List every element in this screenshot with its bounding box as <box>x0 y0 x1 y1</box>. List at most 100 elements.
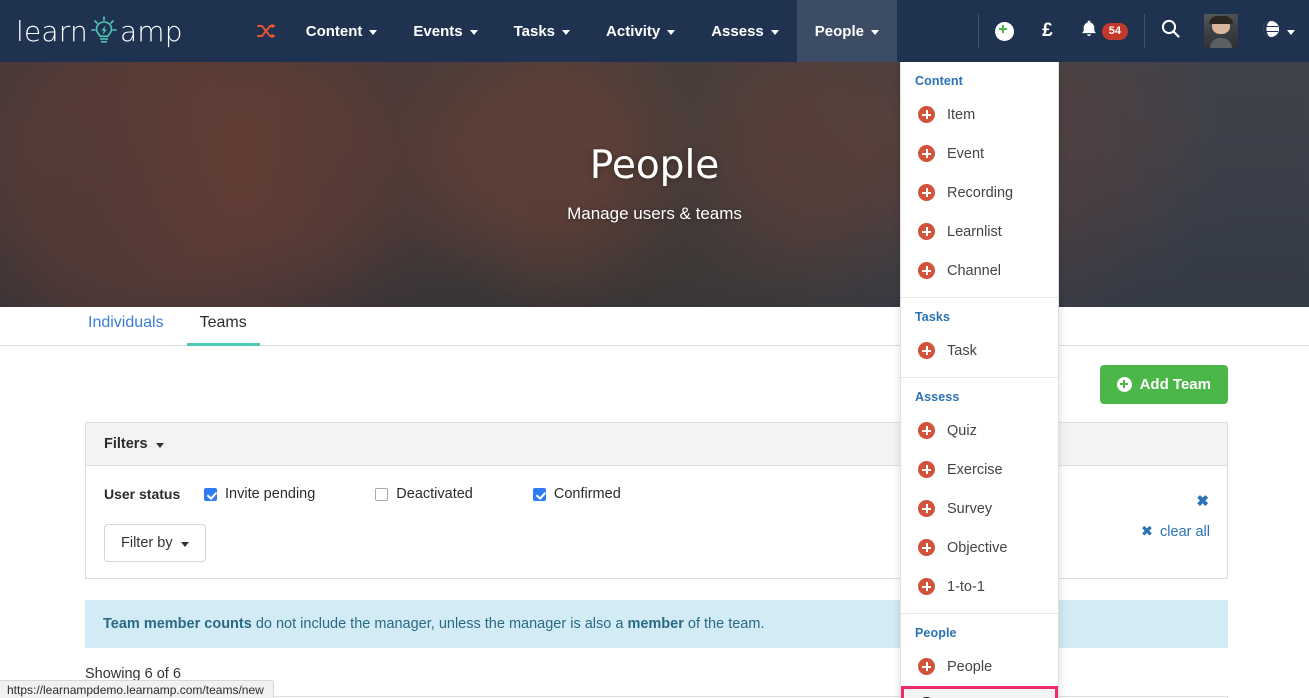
plus-circle-icon <box>918 342 935 359</box>
nav-item-label: People <box>814 22 864 40</box>
banner-bold-lead: Team member counts <box>103 616 252 632</box>
plus-circle-icon <box>918 658 935 675</box>
plus-circle-icon <box>918 145 935 162</box>
primary-nav: Content Events Tasks Activity Assess Peo… <box>245 0 897 62</box>
nav-item-tasks[interactable]: Tasks <box>496 0 588 62</box>
dropdown-section-tasks: Tasks Task <box>901 298 1058 370</box>
dropdown-item-survey[interactable]: Survey <box>901 489 1058 528</box>
tab-individuals[interactable]: Individuals <box>75 314 177 345</box>
tab-teams[interactable]: Teams <box>186 314 260 346</box>
divider <box>978 14 980 48</box>
dropdown-item-label: Item <box>947 106 976 123</box>
dropdown-item-quiz[interactable]: Quiz <box>901 411 1058 450</box>
dropdown-item-exercise[interactable]: Exercise <box>901 450 1058 489</box>
filters-title: Filters <box>104 436 148 452</box>
dropdown-item-label: Task <box>947 342 977 359</box>
close-icon: ✖ <box>1140 524 1154 540</box>
main-content: Add Team Filters User status Invite pend… <box>0 346 1309 698</box>
hero-banner: People Manage users & teams <box>0 62 1309 307</box>
chevron-down-icon <box>469 29 478 35</box>
checkbox-box[interactable] <box>532 487 546 501</box>
divider <box>1144 14 1145 48</box>
dropdown-item-objective[interactable]: Objective <box>901 528 1058 567</box>
dropdown-item-item[interactable]: Item <box>901 95 1058 134</box>
notification-count-badge: 54 <box>1101 22 1128 40</box>
dropdown-section-content: Content Item Event Recording Learnlist C… <box>901 62 1058 290</box>
clear-user-status-icon[interactable]: ✖ <box>1196 492 1209 510</box>
plus-circle-icon <box>918 262 935 279</box>
checkbox-confirmed[interactable]: Confirmed <box>532 486 621 502</box>
clear-all-link[interactable]: ✖ clear all <box>1141 524 1210 540</box>
dropdown-item-label: Exercise <box>947 461 1003 478</box>
checkbox-invite-pending[interactable]: Invite pending <box>204 486 315 502</box>
checkbox-deactivated[interactable]: Deactivated <box>375 486 473 502</box>
dropdown-item-task[interactable]: Task <box>901 331 1058 370</box>
nav-item-assess[interactable]: Assess <box>693 0 797 62</box>
create-new-dropdown-menu: Content Item Event Recording Learnlist C… <box>900 62 1059 698</box>
dropdown-item-channel[interactable]: Channel <box>901 251 1058 290</box>
nav-item-events[interactable]: Events <box>395 0 495 62</box>
app-logo[interactable]: learn amp <box>16 14 183 48</box>
nav-item-people[interactable]: People <box>796 0 897 62</box>
user-status-label: User status <box>104 486 181 502</box>
dropdown-item-event[interactable]: Event <box>901 134 1058 173</box>
search-button[interactable] <box>1147 0 1194 62</box>
dropdown-item-label: Quiz <box>947 422 977 439</box>
language-selector[interactable] <box>1248 0 1309 62</box>
dropdown-item-one-to-one[interactable]: 1-to-1 <box>901 567 1058 606</box>
nav-item-label: Content <box>305 22 363 40</box>
dropdown-item-label: Recording <box>947 184 1014 201</box>
plus-circle-icon <box>918 461 935 478</box>
plus-circle-icon <box>918 539 935 556</box>
plus-circle-icon <box>918 223 935 240</box>
dropdown-item-label: 1-to-1 <box>947 578 985 595</box>
clear-all-label: clear all <box>1160 524 1210 540</box>
chevron-down-icon <box>1287 29 1295 35</box>
dropdown-item-team[interactable]: Team <box>901 686 1058 698</box>
plus-circle-icon <box>918 578 935 595</box>
status-bar-url: https://learnampdemo.learnamp.com/teams/… <box>0 680 274 698</box>
banner-bold-mid: member <box>627 616 684 632</box>
chevron-down-icon <box>667 29 676 35</box>
dropdown-item-recording[interactable]: Recording <box>901 173 1058 212</box>
currency-button[interactable]: £ <box>1028 0 1067 62</box>
user-status-checkbox-group: Invite pending Deactivated Confirmed <box>204 486 681 502</box>
avatar[interactable] <box>1204 14 1238 48</box>
hero-text-block: People Manage users & teams <box>0 62 1309 307</box>
chevron-down-icon <box>562 29 571 35</box>
logo-text-right: amp <box>119 14 183 48</box>
dropdown-section-assess: Assess Quiz Exercise Survey Objective 1-… <box>901 378 1058 606</box>
nav-item-activity[interactable]: Activity <box>588 0 693 62</box>
filter-by-label: Filter by <box>121 535 173 551</box>
checkbox-label: Invite pending <box>225 486 316 502</box>
dropdown-item-people[interactable]: People <box>901 647 1058 686</box>
checkbox-box[interactable] <box>204 487 217 501</box>
dropdown-section-header: Tasks <box>915 310 951 324</box>
add-new-button[interactable] <box>981 0 1028 62</box>
chevron-down-icon <box>870 29 879 35</box>
plus-circle-icon <box>1116 376 1132 392</box>
nav-item-label: Tasks <box>513 22 556 40</box>
shuffle-icon[interactable] <box>245 0 288 62</box>
filter-by-dropdown[interactable]: Filter by <box>104 524 206 562</box>
dropdown-item-label: Learnlist <box>947 223 1002 240</box>
add-team-button[interactable]: Add Team <box>1099 364 1228 404</box>
notifications-button[interactable]: 54 <box>1067 0 1142 62</box>
nav-item-content[interactable]: Content <box>288 0 396 62</box>
navbar-right-actions: £ 54 <box>976 0 1309 62</box>
plus-circle-icon <box>918 422 935 439</box>
logo-text-left: learn <box>16 14 88 48</box>
tab-bar: Individuals Teams <box>0 307 1309 346</box>
dropdown-item-label: People <box>947 658 993 675</box>
dropdown-section-header: Content <box>915 74 963 88</box>
dropdown-item-label: Objective <box>947 539 1008 556</box>
checkbox-label: Deactivated <box>396 486 473 502</box>
plus-circle-icon <box>995 21 1015 41</box>
checkbox-box[interactable] <box>375 487 389 501</box>
dropdown-item-learnlist[interactable]: Learnlist <box>901 212 1058 251</box>
chevron-down-icon <box>180 541 189 547</box>
plus-circle-icon <box>918 106 935 123</box>
checkbox-label: Confirmed <box>553 486 621 502</box>
dropdown-item-label: Event <box>947 145 985 162</box>
nav-item-label: Assess <box>711 22 764 40</box>
